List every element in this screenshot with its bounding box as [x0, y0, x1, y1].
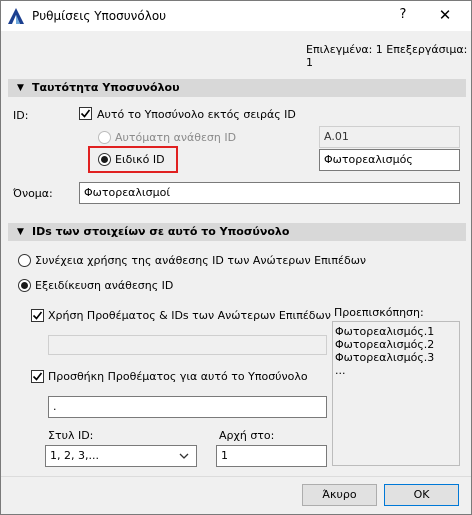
preview-list: Φωτορεαλισμός.1 Φωτορεαλισμός.2 Φωτορεαλ… — [332, 321, 460, 466]
preview-item: ... — [335, 364, 346, 377]
preview-item: Φωτορεαλισμός.3 — [335, 351, 435, 364]
id-label: ID: — [13, 109, 29, 122]
auto-assign-radio[interactable] — [98, 131, 111, 144]
auto-assign-label: Αυτόματη ανάθεση ID — [115, 131, 237, 144]
id-style-label: Στυλ ID: — [48, 429, 94, 442]
check-icon — [32, 311, 43, 320]
add-prefix-label: Προσθήκη Προθέματος για αυτό το Υποσύνολ… — [48, 370, 308, 383]
window-title: Ρυθμίσεις Υποσυνόλου — [32, 9, 167, 23]
use-prefix-field — [48, 335, 327, 355]
continue-assignment-label: Συνέχεια χρήσης της ανάθεσης ID των Ανώτ… — [35, 254, 367, 267]
custom-id-field[interactable]: Φωτορεαλισμός — [319, 149, 460, 171]
add-prefix-field[interactable]: . — [48, 396, 327, 418]
id-style-select[interactable]: 1, 2, 3,... — [45, 445, 197, 467]
use-prefix-label: Χρήση Προθέματος & IDs των Ανώτερων Επιπ… — [48, 309, 331, 322]
title-bar: Ρυθμίσεις Υποσυνόλου ? ✕ — [1, 1, 471, 31]
custom-id-radio[interactable] — [98, 153, 111, 166]
element-ids-section-header[interactable]: ▼ IDs των στοιχείων σε αυτό το Υποσύνολο — [8, 223, 466, 241]
archicad-app-icon — [8, 8, 24, 24]
chevron-down-icon — [179, 453, 189, 459]
id-style-value: 1, 2, 3,... — [50, 449, 99, 462]
name-label: Όνομα: — [13, 187, 53, 200]
dialog-window: Ρυθμίσεις Υποσυνόλου ? ✕ Επιλεγμένα: 1 Ε… — [0, 0, 472, 515]
preview-item: Φωτορεαλισμός.1 — [335, 325, 435, 338]
auto-assign-value-field: A.01 — [319, 126, 460, 148]
customize-assignment-label: Εξειδίκευση ανάθεσης ID — [35, 279, 174, 292]
ok-button[interactable]: OK — [384, 484, 459, 506]
out-of-sequence-label: Αυτό το Υποσύνολο εκτός σειράς ID — [97, 108, 296, 121]
help-button[interactable]: ? — [393, 7, 413, 25]
add-prefix-checkbox[interactable] — [31, 370, 44, 383]
customize-assignment-radio[interactable] — [18, 279, 31, 292]
check-icon — [32, 372, 43, 381]
footer-divider — [1, 476, 471, 477]
triangle-down-icon: ▼ — [17, 227, 24, 237]
selection-summary: Επιλεγμένα: 1 Επεξεργάσιμα: 1 — [306, 43, 468, 69]
name-field[interactable]: Φωτορεαλισμοί — [79, 182, 460, 204]
identity-section-header[interactable]: ▼ Ταυτότητα Υποσυνόλου — [8, 79, 466, 97]
use-prefix-checkbox[interactable] — [31, 309, 44, 322]
triangle-down-icon: ▼ — [17, 83, 24, 93]
out-of-sequence-checkbox[interactable] — [79, 107, 92, 120]
cancel-button[interactable]: Άκυρο — [302, 484, 377, 506]
continue-assignment-radio[interactable] — [18, 254, 31, 267]
custom-id-label: Ειδικό ID — [115, 153, 165, 166]
check-icon — [80, 109, 91, 118]
start-at-label: Αρχή στο: — [219, 429, 275, 442]
start-at-field[interactable]: 1 — [216, 445, 327, 467]
preview-item: Φωτορεαλισμός.2 — [335, 338, 435, 351]
close-button[interactable]: ✕ — [433, 6, 457, 26]
preview-label: Προεπισκόπηση: — [334, 306, 424, 319]
